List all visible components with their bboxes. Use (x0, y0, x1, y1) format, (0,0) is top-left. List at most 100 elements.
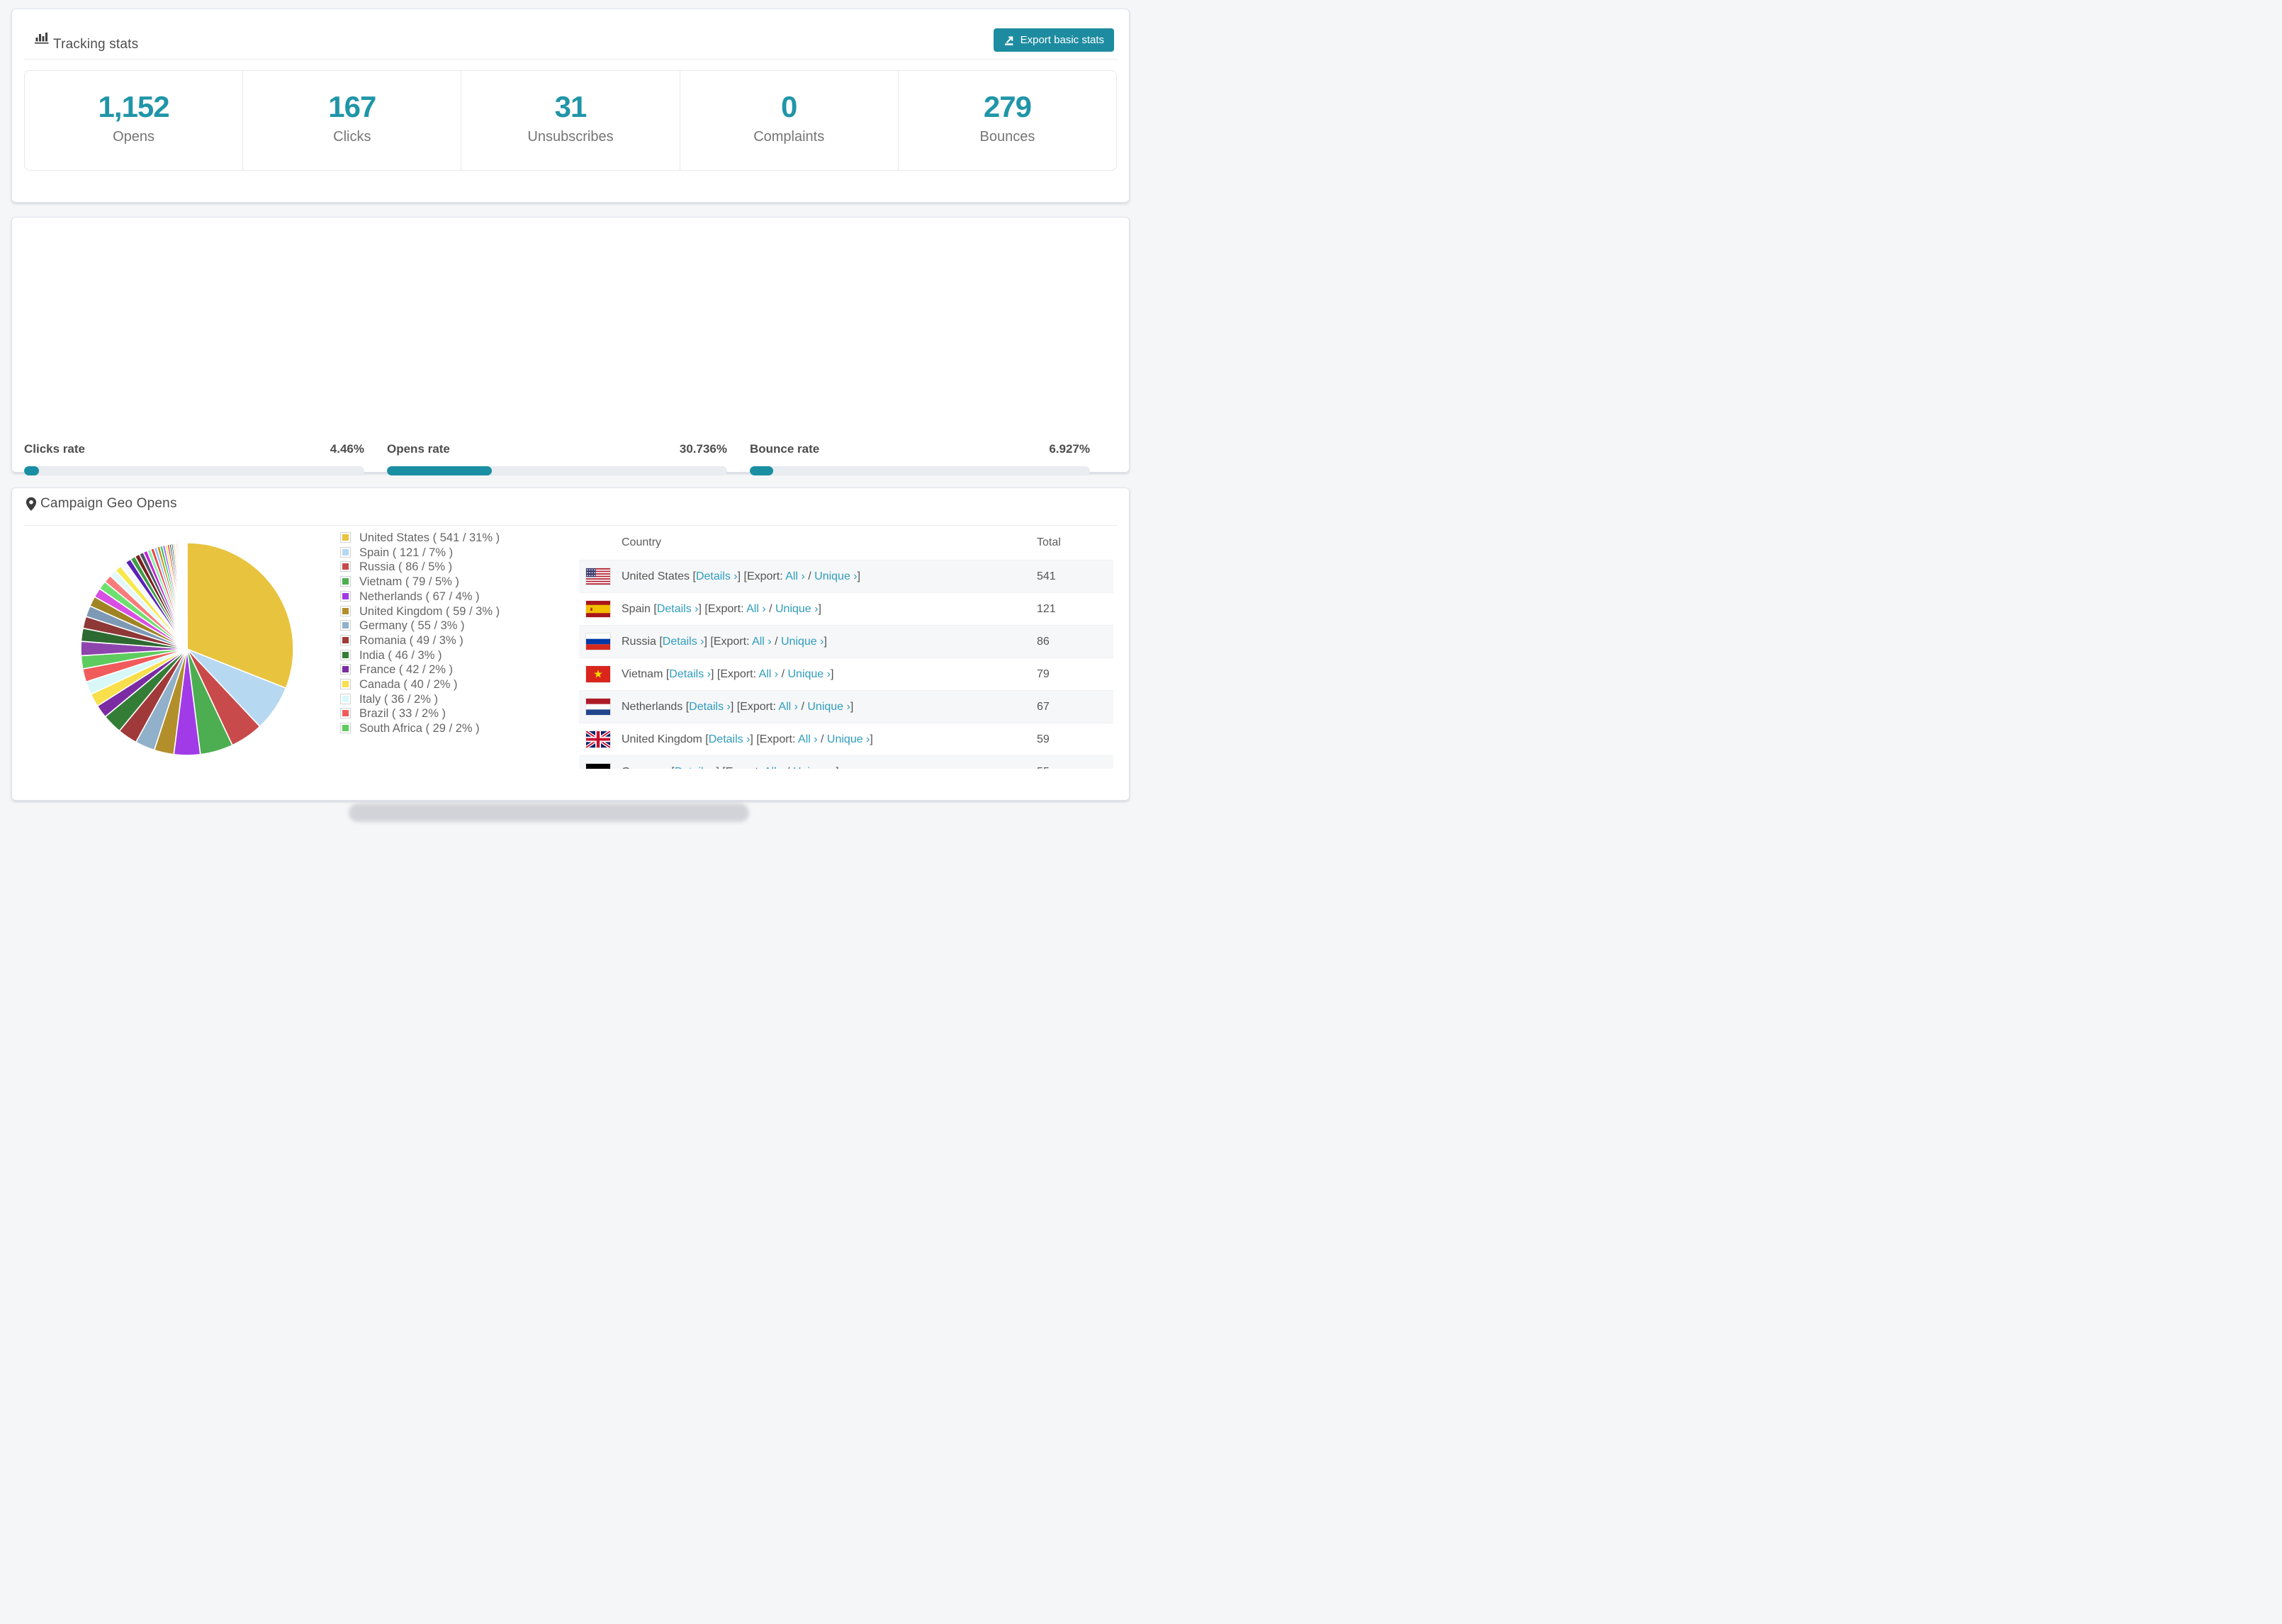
legend-item-brazil[interactable]: Brazil ( 33 / 2% ) (340, 706, 500, 721)
stat-label: Unsubscribes (527, 129, 614, 145)
export-all-link[interactable]: All › (752, 636, 772, 648)
stat-label: Opens (113, 129, 155, 145)
legend-item-spain[interactable]: Spain ( 121 / 7% ) (340, 546, 500, 560)
legend-swatch (340, 708, 351, 719)
legend-item-france[interactable]: France ( 42 / 2% ) (340, 662, 500, 677)
country-cell: Germany [Details ›] [Export: All › / Uni… (622, 756, 839, 769)
total-cell: 79 (1037, 668, 1050, 680)
export-unique-link[interactable]: Unique › (793, 766, 836, 769)
table-row-vietnam: Vietnam [Details ›] [Export: All › / Uni… (579, 658, 1113, 690)
total-cell: 59 (1037, 733, 1050, 745)
campaign-geo-opens-card: Campaign Geo Opens United States ( 541 /… (11, 487, 1130, 801)
details-link[interactable]: Details › (709, 733, 751, 745)
export-all-link[interactable]: All › (759, 668, 779, 680)
column-header-country: Country (622, 536, 662, 548)
legend-label: India ( 46 / 3% ) (359, 648, 442, 662)
pie-legend: United States ( 541 / 31% ) Spain ( 121 /… (340, 531, 500, 736)
legend-item-south-africa[interactable]: South Africa ( 29 / 2% ) (340, 721, 500, 736)
legend-swatch (340, 561, 351, 573)
details-link[interactable]: Details › (657, 603, 699, 615)
legend-swatch (340, 532, 351, 543)
legend-label: Germany ( 55 / 3% ) (359, 619, 465, 633)
legend-item-romania[interactable]: Romania ( 49 / 3% ) (340, 633, 500, 648)
export-all-link[interactable]: All › (764, 766, 784, 769)
export-basic-stats-button[interactable]: Export basic stats (993, 28, 1114, 52)
legend-item-india[interactable]: India ( 46 / 3% ) (340, 648, 500, 663)
legend-item-vietnam[interactable]: Vietnam ( 79 / 5% ) (340, 575, 500, 590)
legend-label: Italy ( 36 / 2% ) (359, 692, 438, 706)
country-cell: Netherlands [Details ›] [Export: All › /… (622, 701, 854, 713)
flag-icon-nl (586, 699, 610, 715)
details-link[interactable]: Details › (696, 570, 738, 582)
rate-value: 30.736% (679, 442, 727, 456)
column-header-total: Total (1037, 536, 1061, 548)
export-all-link[interactable]: All › (746, 603, 766, 615)
total-cell: 121 (1037, 603, 1056, 615)
legend-item-italy[interactable]: Italy ( 36 / 2% ) (340, 692, 500, 707)
legend-item-united-kingdom[interactable]: United Kingdom ( 59 / 3% ) (340, 604, 500, 619)
total-cell: 67 (1037, 701, 1050, 713)
stat-label: Bounces (979, 129, 1035, 145)
geo-country-table: Country Total United States [Details ›] … (579, 525, 1113, 769)
stat-value: 279 (983, 90, 1032, 123)
legend-label: France ( 42 / 2% ) (359, 663, 454, 677)
rate-title: Bounce rate (750, 442, 820, 456)
rate-progress-bar (750, 466, 1090, 475)
flag-icon-gb (586, 731, 610, 748)
total-cell: 55 (1037, 756, 1050, 769)
details-link[interactable]: Details › (663, 636, 704, 648)
pie-slice-other[interactable] (186, 542, 188, 650)
rate-progress-bar (24, 466, 364, 475)
legend-swatch (340, 723, 351, 734)
legend-swatch (340, 634, 351, 645)
country-name: Germany (622, 766, 668, 769)
details-link[interactable]: Details › (689, 701, 731, 713)
table-row-netherlands: Netherlands [Details ›] [Export: All › /… (579, 690, 1113, 723)
flag-icon-es (586, 601, 610, 617)
export-unique-link[interactable]: Unique › (807, 701, 850, 713)
export-unique-link[interactable]: Unique › (814, 570, 857, 582)
total-cell: 541 (1037, 570, 1056, 582)
country-name: Russia (622, 636, 656, 648)
legend-label: Russia ( 86 / 5% ) (359, 560, 453, 574)
table-row-germany: Germany [Details ›] [Export: All › / Uni… (579, 755, 1113, 769)
legend-item-germany[interactable]: Germany ( 55 / 3% ) (340, 619, 500, 633)
export-unique-link[interactable]: Unique › (781, 636, 824, 648)
export-all-link[interactable]: All › (785, 570, 805, 582)
country-cell: Vietnam [Details ›] [Export: All › / Uni… (622, 668, 834, 680)
details-link[interactable]: Details › (669, 668, 711, 680)
export-unique-link[interactable]: Unique › (827, 733, 870, 745)
flag-icon-ru (586, 633, 610, 650)
legend-label: Brazil ( 33 / 2% ) (359, 707, 446, 721)
country-name: Netherlands (622, 701, 683, 713)
legend-item-netherlands[interactable]: Netherlands ( 67 / 4% ) (340, 590, 500, 604)
geo-pie-chart (80, 542, 294, 756)
legend-item-russia[interactable]: Russia ( 86 / 5% ) (340, 560, 500, 575)
table-row-united-states: United States [Details ›] [Export: All ›… (579, 560, 1113, 592)
rate-title: Clicks rate (24, 442, 85, 456)
summary-stat-complaints: 0 Complaints (680, 71, 899, 170)
details-link[interactable]: Details › (675, 766, 716, 769)
summary-stat-clicks: 167 Clicks (243, 71, 462, 170)
tracking-stats-card: Tracking stats Export basic stats 1,152 O… (11, 9, 1130, 203)
flag-icon-vn (586, 666, 610, 682)
country-name: Vietnam (622, 668, 663, 680)
stat-value: 167 (328, 90, 376, 123)
export-unique-link[interactable]: Unique › (775, 603, 818, 615)
legend-label: Spain ( 121 / 7% ) (359, 546, 454, 559)
floating-scrollbar-thumb[interactable] (349, 803, 749, 822)
total-cell: 86 (1037, 636, 1050, 648)
legend-swatch (340, 679, 351, 690)
export-all-link[interactable]: All › (778, 701, 798, 713)
country-name: Spain (622, 603, 651, 615)
legend-swatch (340, 590, 351, 602)
legend-item-canada[interactable]: Canada ( 40 / 2% ) (340, 677, 500, 692)
country-cell: United States [Details ›] [Export: All ›… (622, 570, 861, 582)
export-all-link[interactable]: All › (798, 733, 818, 745)
bar-chart-icon (35, 31, 50, 47)
export-unique-link[interactable]: Unique › (787, 668, 830, 680)
export-button-label: Export basic stats (1020, 34, 1104, 46)
country-name: United States (622, 570, 690, 582)
legend-swatch (340, 546, 351, 558)
legend-item-united-states[interactable]: United States ( 541 / 31% ) (340, 531, 500, 546)
